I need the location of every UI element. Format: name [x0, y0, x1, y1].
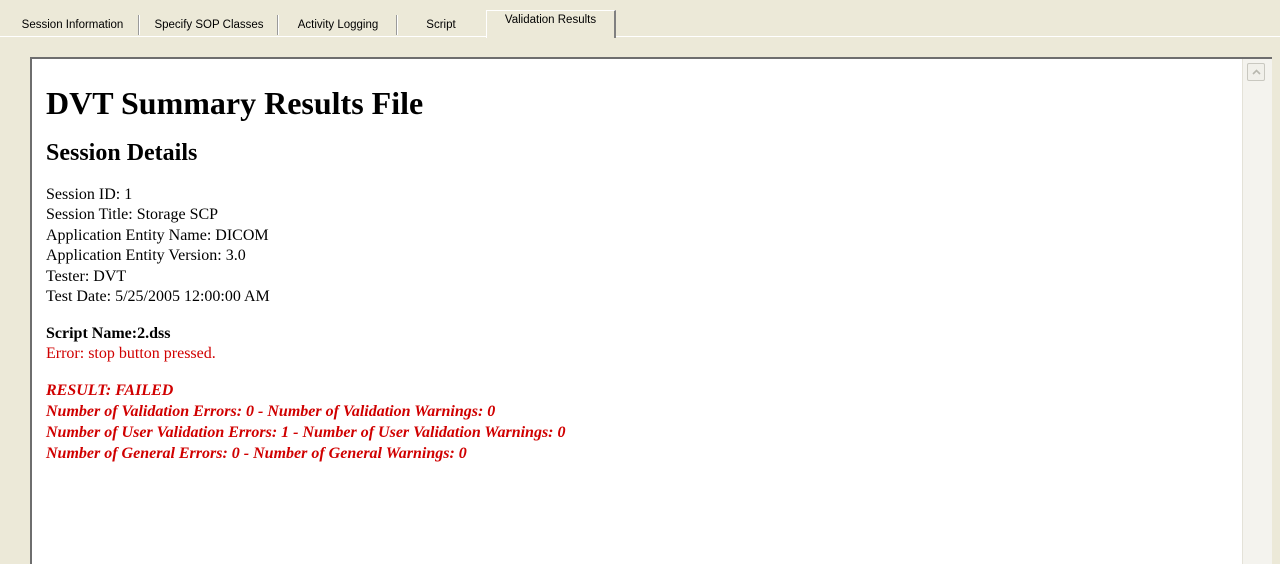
tab-label: Specify SOP Classes [154, 19, 264, 31]
section-heading: Session Details [46, 140, 198, 166]
vertical-scrollbar[interactable] [1242, 59, 1272, 564]
tab-strip-border [0, 36, 1280, 37]
user-validation-counts: Number of User Validation Errors: 1 - Nu… [46, 424, 566, 442]
tab-label: Validation Results [504, 14, 597, 26]
session-details: Session ID: 1 Session Title: Storage SCP… [46, 185, 1240, 307]
tab-label: Activity Logging [297, 19, 379, 31]
error-message: Error: stop button pressed. [46, 345, 216, 363]
tab-strip: Session Information Specify SOP Classes … [0, 10, 1280, 38]
validation-results-panel: DVT Summary Results File Session Details… [30, 57, 1272, 564]
general-counts: Number of General Errors: 0 - Number of … [46, 445, 467, 463]
results-window: Session Information Specify SOP Classes … [0, 0, 1280, 564]
tab-label: Session Information [21, 19, 124, 31]
result-summary: RESULT: FAILED Number of Validation Erro… [46, 380, 1240, 464]
tester: Tester: DVT [46, 267, 127, 285]
validation-counts: Number of Validation Errors: 0 - Number … [46, 403, 496, 421]
results-document: DVT Summary Results File Session Details… [32, 59, 1240, 564]
tab-script[interactable]: Script [398, 13, 484, 37]
session-id: Session ID: 1 [46, 186, 133, 203]
test-date: Test Date: 5/25/2005 12:00:00 AM [46, 288, 270, 306]
result-status: RESULT: FAILED [46, 382, 174, 400]
chevron-up-icon [1251, 69, 1261, 75]
application-entity-name: Application Entity Name: DICOM [46, 226, 269, 244]
tab-activity-logging[interactable]: Activity Logging [279, 13, 398, 37]
session-title: Session Title: Storage SCP [46, 206, 219, 224]
application-entity-version: Application Entity Version: 3.0 [46, 247, 246, 265]
tab-specify-sop-classes[interactable]: Specify SOP Classes [140, 13, 279, 37]
document-title: DVT Summary Results File [46, 85, 424, 121]
scroll-up-button[interactable] [1247, 63, 1265, 81]
tab-session-information[interactable]: Session Information [6, 13, 140, 37]
tab-label: Script [426, 19, 456, 31]
tab-validation-results[interactable]: Validation Results [486, 10, 616, 38]
script-name: Script Name:2.dss [46, 325, 171, 343]
